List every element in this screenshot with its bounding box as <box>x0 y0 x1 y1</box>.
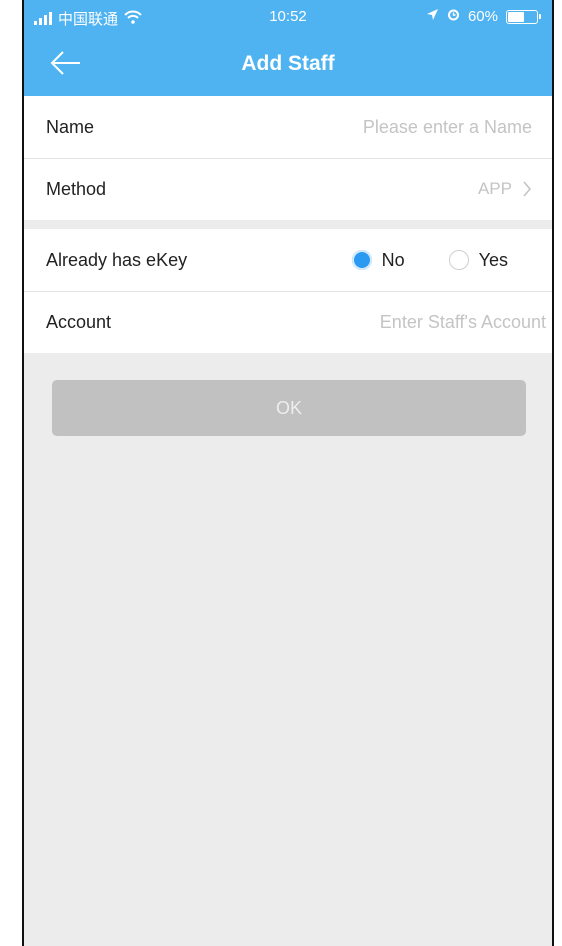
battery-icon <box>506 9 541 24</box>
name-input[interactable] <box>272 116 532 138</box>
status-bar: 中国联通 10:52 60% <box>24 0 552 36</box>
ekey-row: Already has eKey No Yes <box>24 229 552 291</box>
account-row: Account <box>24 291 552 353</box>
ok-button[interactable]: OK <box>52 380 526 436</box>
account-label: Account <box>46 311 112 332</box>
chevron-right-icon <box>523 181 532 197</box>
ekey-label: Already has eKey <box>46 249 188 270</box>
ekey-group: Already has eKey No Yes Account <box>24 229 552 353</box>
battery-percent: 60% <box>467 8 498 25</box>
radio-yes-dot <box>448 250 469 270</box>
phone-frame: 中国联通 10:52 60% Add Staff Name Please ent… <box>22 0 554 946</box>
radio-yes[interactable]: Yes <box>448 249 508 271</box>
radio-no-label: No <box>381 249 405 270</box>
method-row[interactable]: Method APP <box>24 158 552 220</box>
location-arrow-icon <box>426 8 439 25</box>
name-row: Name <box>24 96 552 158</box>
alarm-icon <box>447 8 460 25</box>
basic-info-group: Name Method APP <box>24 96 552 220</box>
method-value: APP <box>477 179 512 198</box>
page-title: Add Staff <box>241 52 335 75</box>
radio-no-dot <box>351 250 372 270</box>
name-label: Name <box>46 116 95 137</box>
method-label: Method <box>46 178 107 199</box>
account-input[interactable] <box>326 311 546 333</box>
status-right: 60% <box>426 8 541 25</box>
radio-no[interactable]: No <box>351 249 405 271</box>
nav-bar: Add Staff <box>24 44 552 86</box>
header: 中国联通 10:52 60% Add Staff <box>24 0 552 96</box>
radio-yes-label: Yes <box>478 249 508 270</box>
